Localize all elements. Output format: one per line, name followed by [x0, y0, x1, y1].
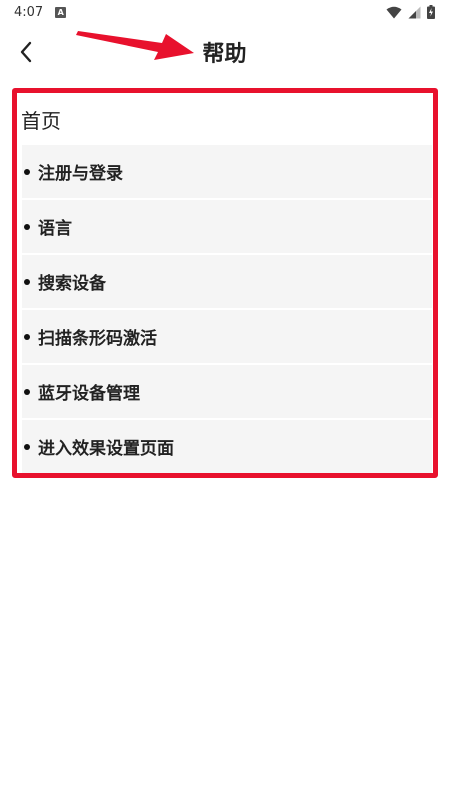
help-topic-language[interactable]: 语言 [22, 200, 432, 253]
help-topic-register-login[interactable]: 注册与登录 [22, 145, 432, 198]
app-bar: 帮助 [0, 24, 449, 80]
page-title: 帮助 [202, 42, 247, 67]
help-topic-label: 扫描条形码激活 [38, 329, 157, 349]
help-topic-label: 注册与登录 [38, 164, 123, 184]
bullet-icon [24, 333, 30, 340]
help-topic-label: 搜索设备 [38, 274, 106, 294]
wifi-icon [386, 6, 402, 18]
status-bar: 4:07 A [0, 0, 449, 24]
cell-signal-icon [408, 6, 421, 18]
help-topic-bluetooth[interactable]: 蓝牙设备管理 [22, 365, 432, 418]
battery-charging-icon [427, 5, 435, 19]
section-title: 首页 [21, 109, 61, 133]
help-topic-scan-barcode[interactable]: 扫描条形码激活 [22, 310, 432, 363]
help-topic-label: 蓝牙设备管理 [38, 384, 140, 404]
status-right [386, 5, 435, 19]
bullet-icon [24, 443, 30, 450]
help-topic-label: 语言 [38, 219, 72, 239]
status-time: 4:07 [14, 4, 44, 20]
help-topic-list: 注册与登录 语言 搜索设备 扫描条形码激活 蓝牙设备管理 进入效果设置页面 [22, 145, 432, 475]
help-topic-label: 进入效果设置页面 [38, 439, 174, 459]
bullet-icon [24, 223, 30, 230]
bullet-icon [24, 168, 30, 175]
status-left: 4:07 A [14, 4, 67, 20]
help-topic-effect-settings[interactable]: 进入效果设置页面 [22, 420, 432, 473]
help-topic-search-device[interactable]: 搜索设备 [22, 255, 432, 308]
annotation-highlight-box: 首页 注册与登录 语言 搜索设备 扫描条形码激活 蓝牙设备管理 进入效果设置页面 [12, 88, 438, 478]
notification-icon: A [55, 6, 67, 18]
bullet-icon [24, 278, 30, 285]
bullet-icon [24, 388, 30, 395]
